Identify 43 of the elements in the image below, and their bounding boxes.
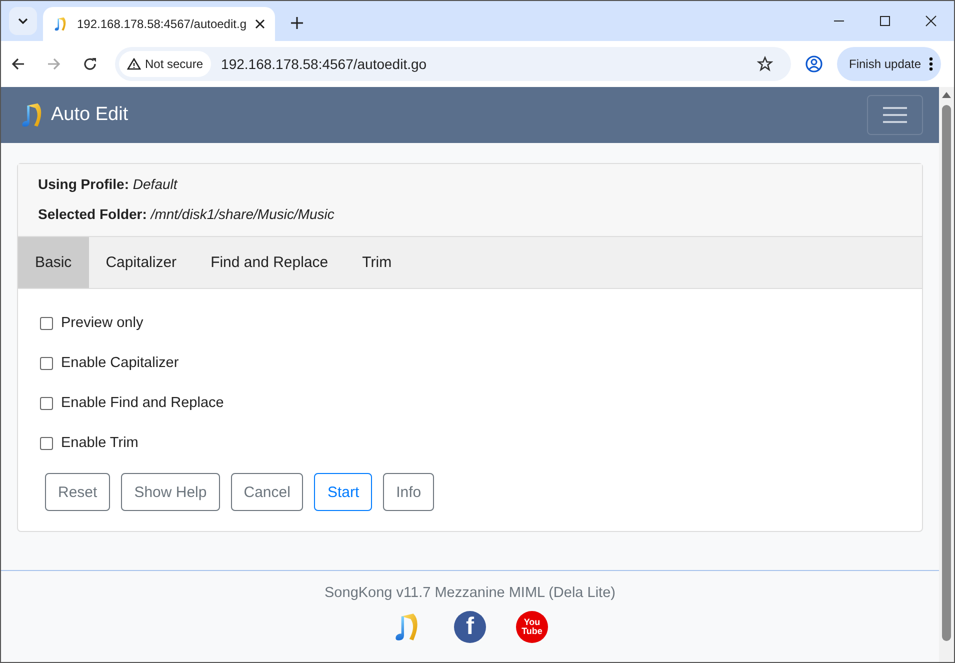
info-line: Selected Folder: /mnt/disk1/share/Music/Music [38, 206, 336, 222]
checkbox-label: Enable Capitalizer [61, 355, 179, 371]
facebook-link[interactable]: f [454, 611, 486, 643]
youtube-link[interactable]: You Tube [516, 611, 548, 643]
action-button[interactable]: Info [383, 473, 434, 511]
finish-update-button[interactable]: Finish update [837, 47, 942, 81]
tab[interactable]: Find and Replace [194, 237, 346, 288]
chevron-down-icon [18, 18, 28, 24]
profile-icon[interactable] [805, 55, 823, 73]
checkbox[interactable] [40, 436, 53, 450]
more-icon [929, 57, 934, 71]
checkbox[interactable] [40, 396, 53, 410]
security-chip[interactable]: Not secure [119, 51, 212, 77]
url-text: 192.168.178.58:4567/autoedit.go [221, 56, 428, 72]
tab[interactable]: Capitalizer [88, 237, 194, 288]
action-button[interactable]: Reset [45, 473, 110, 511]
tab[interactable]: Trim [345, 237, 409, 288]
close-icon[interactable] [255, 19, 265, 29]
back-icon[interactable] [11, 57, 25, 71]
info-line: Using Profile: Default [38, 176, 179, 192]
app-title: Auto Edit [51, 104, 128, 126]
new-tab-icon[interactable] [291, 17, 303, 29]
action-button[interactable]: Cancel [230, 473, 304, 511]
reload-icon[interactable] [83, 57, 97, 71]
action-button[interactable]: Show Help [121, 473, 220, 511]
checkbox-label: Enable Find and Replace [61, 395, 224, 411]
tab-title: 192.168.178.58:4567/autoedit.g [77, 17, 247, 31]
warning-icon [127, 58, 141, 70]
scrollbar[interactable] [939, 87, 954, 662]
checkbox-label: Enable Trim [61, 435, 138, 451]
tab-list-button[interactable] [9, 7, 37, 35]
checkbox[interactable] [40, 356, 53, 370]
checkbox-label: Preview only [61, 315, 144, 331]
menu-icon [882, 106, 908, 124]
action-button[interactable]: Start [314, 473, 372, 511]
version-text: SongKong v11.7 Mezzanine MIML (Dela Lite) [324, 585, 616, 601]
browser-tab[interactable]: 192.168.178.58:4567/autoedit.g [43, 7, 275, 41]
star-icon[interactable] [757, 56, 773, 72]
scroll-up-icon[interactable] [942, 91, 951, 99]
checkbox[interactable] [40, 316, 53, 330]
tab[interactable]: Basic [18, 237, 89, 288]
address-bar[interactable]: Not secure 192.168.178.58:4567/autoedit.go [115, 47, 791, 81]
menu-button[interactable] [867, 95, 923, 135]
